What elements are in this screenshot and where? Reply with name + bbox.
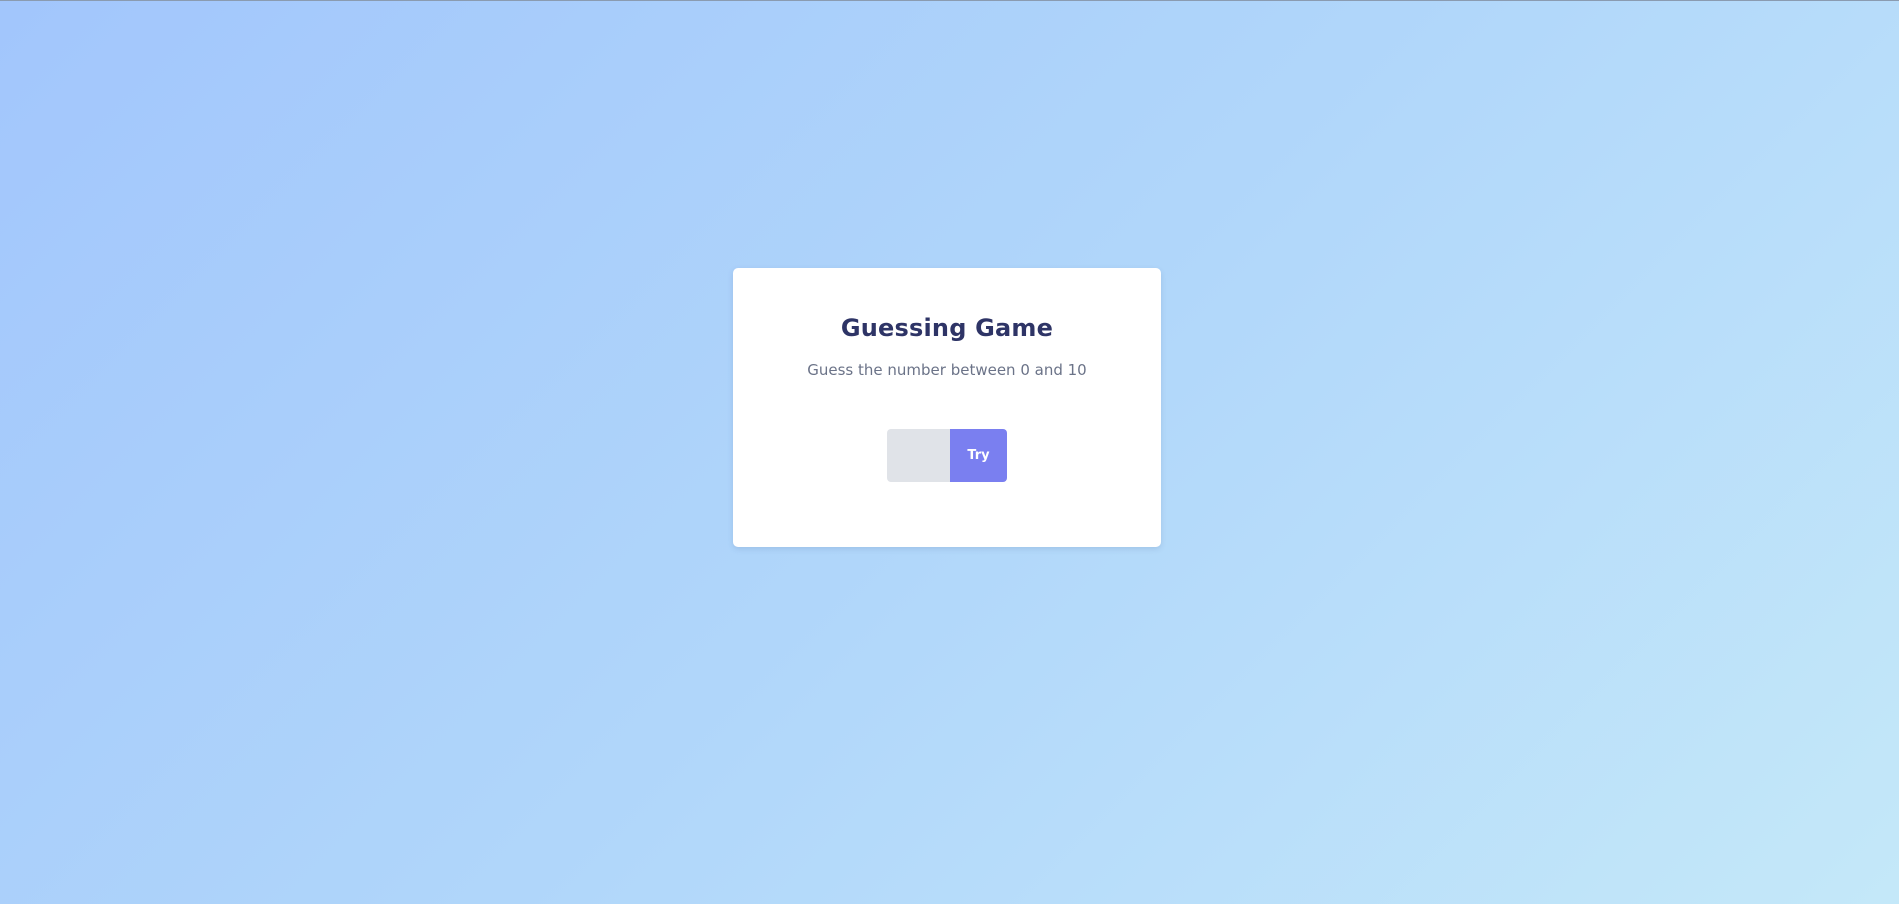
guess-form: Try xyxy=(887,429,1007,482)
game-card: Guessing Game Guess the number between 0… xyxy=(733,268,1161,547)
guess-input[interactable] xyxy=(887,429,950,482)
game-title: Guessing Game xyxy=(840,314,1054,342)
try-button[interactable]: Try xyxy=(950,429,1007,482)
game-instructions: Guess the number between 0 and 10 xyxy=(807,361,1087,379)
